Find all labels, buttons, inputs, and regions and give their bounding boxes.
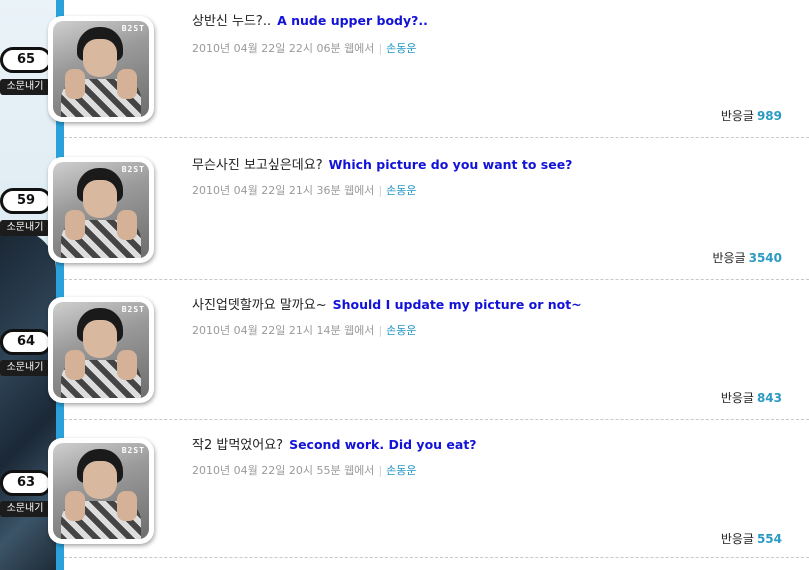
avatar[interactable]: B2ST	[48, 157, 154, 263]
post-meta: 2010년 04월 22일 22시 06분 웹에서 | 손동운	[192, 40, 417, 56]
reply-count[interactable]: 843	[757, 391, 782, 405]
reply-info[interactable]: 반응글 843	[721, 389, 782, 406]
post-item: 65 소문내기 B2ST 상반신 누드?.. A nude upper body?…	[0, 0, 809, 140]
reply-label: 반응글	[720, 391, 754, 405]
post-timestamp: 2010년 04월 22일 20시 55분 웹에서	[192, 464, 375, 477]
post-count-badge: 65	[0, 47, 52, 73]
avatar[interactable]: B2ST	[48, 438, 154, 544]
gossip-button[interactable]: 소문내기	[0, 360, 50, 376]
meta-separator: |	[378, 464, 383, 477]
author-link[interactable]: 손동운	[386, 42, 416, 55]
author-link[interactable]: 손동운	[386, 464, 416, 477]
meta-separator: |	[378, 324, 383, 337]
avatar-photo: B2ST	[53, 443, 149, 539]
avatar[interactable]: B2ST	[48, 297, 154, 403]
reply-count[interactable]: 554	[757, 532, 782, 546]
post-item: 63 소문내기 B2ST 작2 밥먹었어요? Second work. Did y…	[0, 420, 809, 560]
gossip-button[interactable]: 소문내기	[0, 220, 50, 236]
author-link[interactable]: 손동운	[386, 184, 416, 197]
avatar-photo: B2ST	[53, 162, 149, 258]
post-divider	[64, 137, 809, 138]
post-title[interactable]: 사진업뎃할까요 말까요~ Should I update my picture o…	[192, 294, 582, 313]
post-title-text[interactable]: 사진업뎃할까요 말까요~	[192, 298, 327, 313]
reply-label: 반응글	[720, 109, 754, 123]
post-title[interactable]: 작2 밥먹었어요? Second work. Did you eat?	[192, 434, 477, 453]
avatar-logo: B2ST	[121, 446, 145, 455]
post-meta: 2010년 04월 22일 21시 14분 웹에서 | 손동운	[192, 322, 417, 338]
reply-info[interactable]: 반응글 3540	[712, 249, 782, 266]
post-translation: Second work. Did you eat?	[289, 437, 477, 452]
post-timestamp: 2010년 04월 22일 21시 36분 웹에서	[192, 184, 375, 197]
post-count-badge: 64	[0, 329, 52, 355]
post-divider	[64, 557, 809, 558]
post-title[interactable]: 무슨사진 보고싶은데요? Which picture do you want to…	[192, 154, 572, 173]
avatar-logo: B2ST	[121, 24, 145, 33]
post-title-text[interactable]: 작2 밥먹었어요?	[192, 438, 283, 453]
post-item: 59 소문내기 B2ST 무슨사진 보고싶은데요? Which picture d…	[0, 140, 809, 280]
author-link[interactable]: 손동운	[386, 324, 416, 337]
post-title[interactable]: 상반신 누드?.. A nude upper body?..	[192, 10, 428, 29]
gossip-button[interactable]: 소문내기	[0, 501, 50, 517]
avatar-photo: B2ST	[53, 21, 149, 117]
reply-count[interactable]: 989	[757, 109, 782, 123]
post-item: 64 소문내기 B2ST 사진업뎃할까요 말까요~ Should I update…	[0, 280, 809, 420]
post-title-text[interactable]: 무슨사진 보고싶은데요?	[192, 158, 323, 173]
post-meta: 2010년 04월 22일 20시 55분 웹에서 | 손동운	[192, 462, 417, 478]
reply-label: 반응글	[720, 532, 754, 546]
reply-info[interactable]: 반응글 989	[721, 107, 782, 124]
post-translation: A nude upper body?..	[277, 13, 428, 28]
post-translation: Which picture do you want to see?	[328, 157, 573, 172]
post-meta: 2010년 04월 22일 21시 36분 웹에서 | 손동운	[192, 182, 417, 198]
avatar-photo: B2ST	[53, 302, 149, 398]
post-timestamp: 2010년 04월 22일 21시 14분 웹에서	[192, 324, 375, 337]
post-count-badge: 59	[0, 188, 52, 214]
post-count-badge: 63	[0, 470, 52, 496]
reply-label: 반응글	[712, 251, 746, 265]
reply-count[interactable]: 3540	[749, 251, 782, 265]
avatar-logo: B2ST	[121, 305, 145, 314]
avatar-logo: B2ST	[121, 165, 145, 174]
meta-separator: |	[378, 42, 383, 55]
gossip-button[interactable]: 소문내기	[0, 79, 50, 95]
reply-info[interactable]: 반응글 554	[721, 530, 782, 547]
avatar[interactable]: B2ST	[48, 16, 154, 122]
meta-separator: |	[378, 184, 383, 197]
post-timestamp: 2010년 04월 22일 22시 06분 웹에서	[192, 42, 375, 55]
post-translation: Should I update my picture or not~	[332, 297, 582, 312]
post-title-text[interactable]: 상반신 누드?..	[192, 14, 271, 29]
